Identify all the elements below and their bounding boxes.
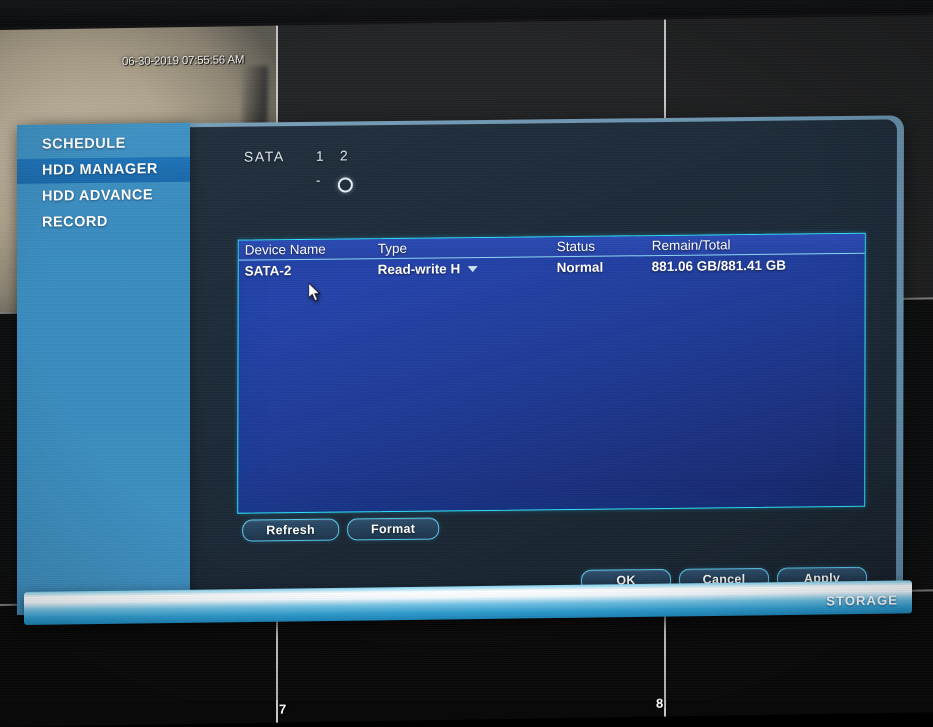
osd-timestamp: 06-30-2019 07:55:56 AM [122, 54, 245, 69]
sata-port-number-1: 1 [315, 147, 324, 164]
column-header-remain-total: Remain/Total [651, 237, 731, 254]
cell-status: Normal [556, 259, 604, 276]
channel-label-8: 8 [656, 695, 664, 711]
sata-port-state-2-icon [337, 177, 353, 193]
sata-port-state-1: - [315, 171, 321, 188]
chevron-down-icon[interactable] [467, 266, 478, 273]
sata-label: SATA [243, 148, 285, 165]
sidebar-item-hdd-advance[interactable]: HDD ADVANCE [17, 183, 190, 210]
channel-label-7: 7 [279, 701, 287, 717]
sidebar-item-schedule[interactable]: SCHEDULE [17, 131, 190, 158]
column-header-device-name: Device Name [244, 241, 326, 258]
format-button[interactable]: Format [347, 517, 440, 541]
sidebar-item-record[interactable]: RECORD [17, 209, 190, 236]
type-dropdown[interactable]: Read-write H [378, 261, 478, 277]
storage-label: STORAGE [826, 592, 898, 609]
table-header-row [238, 233, 865, 261]
settings-sidebar: SCHEDULE HDD MANAGER HDD ADVANCE RECORD [17, 122, 190, 616]
column-header-status: Status [556, 238, 596, 255]
mouse-cursor-icon [308, 282, 321, 302]
cell-type-value: Read-write H [377, 261, 461, 278]
cell-device-name: SATA-2 [244, 263, 292, 279]
sata-port-number-2: 2 [339, 147, 348, 164]
refresh-button[interactable]: Refresh [242, 518, 340, 542]
cell-remain-total: 881.06 GB/881.41 GB [651, 257, 787, 275]
sidebar-item-hdd-manager[interactable]: HDD MANAGER [17, 156, 190, 184]
hdd-list-table[interactable]: Device Name Type Status Remain/Total SAT… [237, 232, 866, 514]
column-header-type: Type [377, 240, 408, 257]
